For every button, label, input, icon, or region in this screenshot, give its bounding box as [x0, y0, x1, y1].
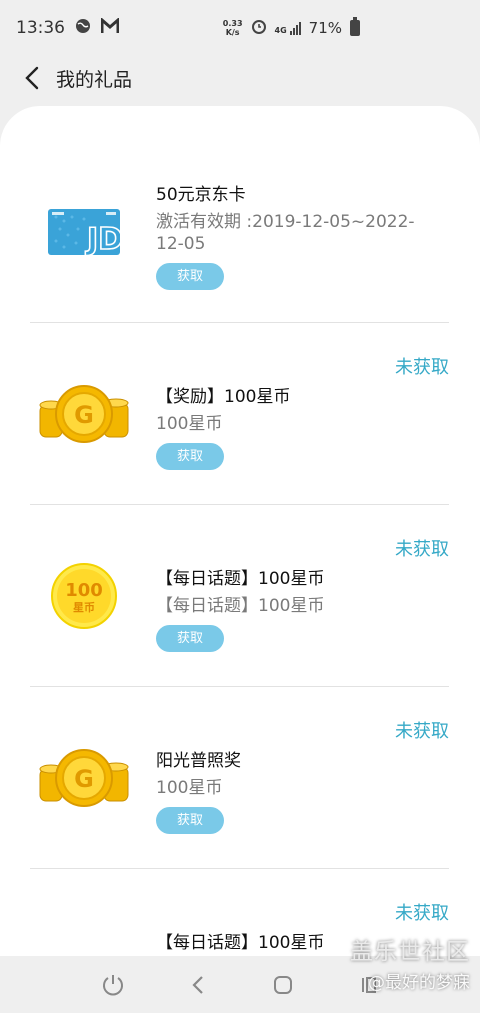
- gold-coins-icon: G: [30, 724, 138, 832]
- nav-back-button[interactable]: [186, 972, 212, 998]
- gift-title: 阳光普照奖: [156, 751, 241, 771]
- mail-icon: [100, 16, 120, 39]
- status-bar: 13:36 0.33 K/s 4G 71%: [0, 0, 480, 56]
- star-coin-icon: 100 星币: [30, 542, 138, 650]
- speed-unit: K/s: [225, 28, 240, 37]
- get-gift-button[interactable]: 获取: [156, 625, 224, 652]
- nav-home-button[interactable]: [270, 972, 296, 998]
- gift-item-reward-coins: 未获取 G 【奖励】100星币 100星币 获取: [30, 323, 449, 505]
- back-arrow-icon: [25, 66, 39, 90]
- coin-unit: 星币: [73, 601, 95, 614]
- gold-coins-icon: G: [30, 360, 138, 468]
- gift-list-card: JD 50元京东卡 激活有效期 :2019-12-05~2022-12-05 获…: [0, 106, 480, 956]
- gift-item-jd-card: JD 50元京东卡 激活有效期 :2019-12-05~2022-12-05 获…: [30, 141, 449, 323]
- network-type: 4G: [274, 25, 287, 35]
- speed-value: 0.33: [222, 19, 243, 28]
- home-icon: [274, 976, 292, 994]
- app-header: 我的礼品: [0, 56, 480, 100]
- gift-item-sunshine-award: 未获取 G 阳光普照奖 100星币 获取: [30, 687, 449, 869]
- power-button[interactable]: [100, 972, 126, 998]
- power-icon: [103, 975, 123, 996]
- gift-status: 未获取: [395, 357, 449, 378]
- gift-desc: 100星币: [156, 414, 223, 434]
- svg-text:G: G: [74, 765, 94, 793]
- watermark-user: @最好的梦寐: [368, 973, 470, 993]
- gift-item-daily-topic-coins: 未获取 100 星币 【每日话题】100星币 【每日话题】100星币 获取: [30, 505, 449, 687]
- watermark: 盖乐世社区 @最好的梦寐: [350, 932, 470, 993]
- get-gift-button[interactable]: 获取: [156, 443, 224, 470]
- status-time: 13:36: [16, 18, 65, 38]
- alarm-icon: [251, 18, 267, 38]
- signal-icon: 4G: [274, 21, 301, 35]
- gift-desc: 激活有效期 :2019-12-05~2022-12-05: [156, 212, 415, 254]
- gift-status: 未获取: [395, 903, 449, 924]
- gift-title: 【奖励】100星币: [156, 387, 291, 407]
- gift-status: 未获取: [395, 721, 449, 742]
- globe-icon: [75, 18, 91, 39]
- gift-status: 未获取: [395, 539, 449, 560]
- coin-value: 100: [65, 580, 103, 601]
- gift-title: 【每日话题】100星币: [156, 569, 325, 589]
- nav-back-icon: [192, 976, 203, 994]
- jd-card-logo: JD: [85, 222, 120, 255]
- gift-desc: 【每日话题】100星币: [156, 596, 325, 616]
- get-gift-button[interactable]: 获取: [156, 263, 224, 290]
- svg-text:G: G: [74, 401, 94, 429]
- gift-desc: 100星币: [156, 778, 223, 798]
- back-button[interactable]: [10, 56, 54, 100]
- network-speed: 0.33 K/s: [223, 19, 243, 37]
- page-title: 我的礼品: [56, 68, 133, 91]
- watermark-community: 盖乐世社区: [350, 939, 470, 965]
- jd-card-icon: JD: [30, 178, 138, 286]
- gift-title: 50元京东卡: [156, 185, 246, 205]
- get-gift-button[interactable]: 获取: [156, 807, 224, 834]
- battery-icon: [350, 17, 360, 36]
- battery-percent: 71%: [308, 19, 342, 37]
- star-coin-icon: [30, 945, 138, 956]
